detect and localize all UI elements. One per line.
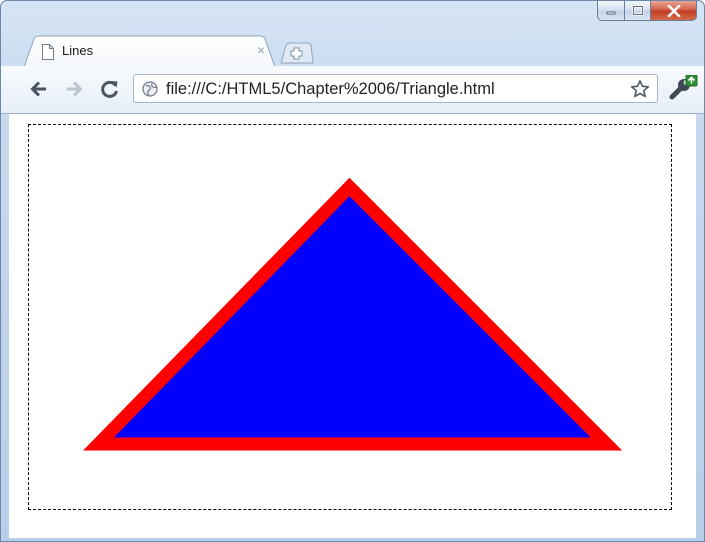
canvas-drawing: [83, 177, 623, 451]
window-controls: [597, 1, 697, 22]
page-icon: [41, 44, 55, 65]
forward-button[interactable]: [64, 79, 84, 104]
back-button[interactable]: [29, 79, 49, 104]
maximize-icon: [631, 5, 644, 16]
minimize-button[interactable]: [597, 1, 625, 21]
url-text[interactable]: file:///C:/HTML5/Chapter%2006/Triangle.h…: [166, 80, 495, 99]
forward-arrow-icon: [67, 81, 83, 97]
minimize-icon: [606, 11, 616, 14]
back-arrow-icon: [30, 81, 46, 97]
maximize-button[interactable]: [625, 1, 651, 21]
tab-close-icon[interactable]: ×: [257, 42, 265, 58]
reload-button[interactable]: [100, 79, 120, 104]
tab-lines[interactable]: Lines ×: [24, 35, 275, 67]
tab-title: Lines: [62, 43, 94, 58]
page-viewport: [9, 114, 696, 538]
plus-icon: [280, 42, 314, 64]
canvas: [28, 124, 672, 510]
toolbar: file:///C:/HTML5/Chapter%2006/Triangle.h…: [1, 66, 704, 114]
wrench-icon[interactable]: [669, 74, 699, 106]
triangle-shape: [83, 177, 623, 451]
globe-icon: [142, 81, 158, 102]
star-icon[interactable]: [630, 79, 650, 104]
reload-icon: [101, 80, 118, 98]
browser-window: Lines × file:///C:/HTML5/Chapter%2006/Tr…: [0, 0, 705, 542]
address-bar[interactable]: file:///C:/HTML5/Chapter%2006/Triangle.h…: [133, 74, 658, 103]
new-tab-button[interactable]: [280, 42, 314, 69]
close-window-button[interactable]: [651, 1, 697, 21]
close-icon: [666, 4, 681, 17]
